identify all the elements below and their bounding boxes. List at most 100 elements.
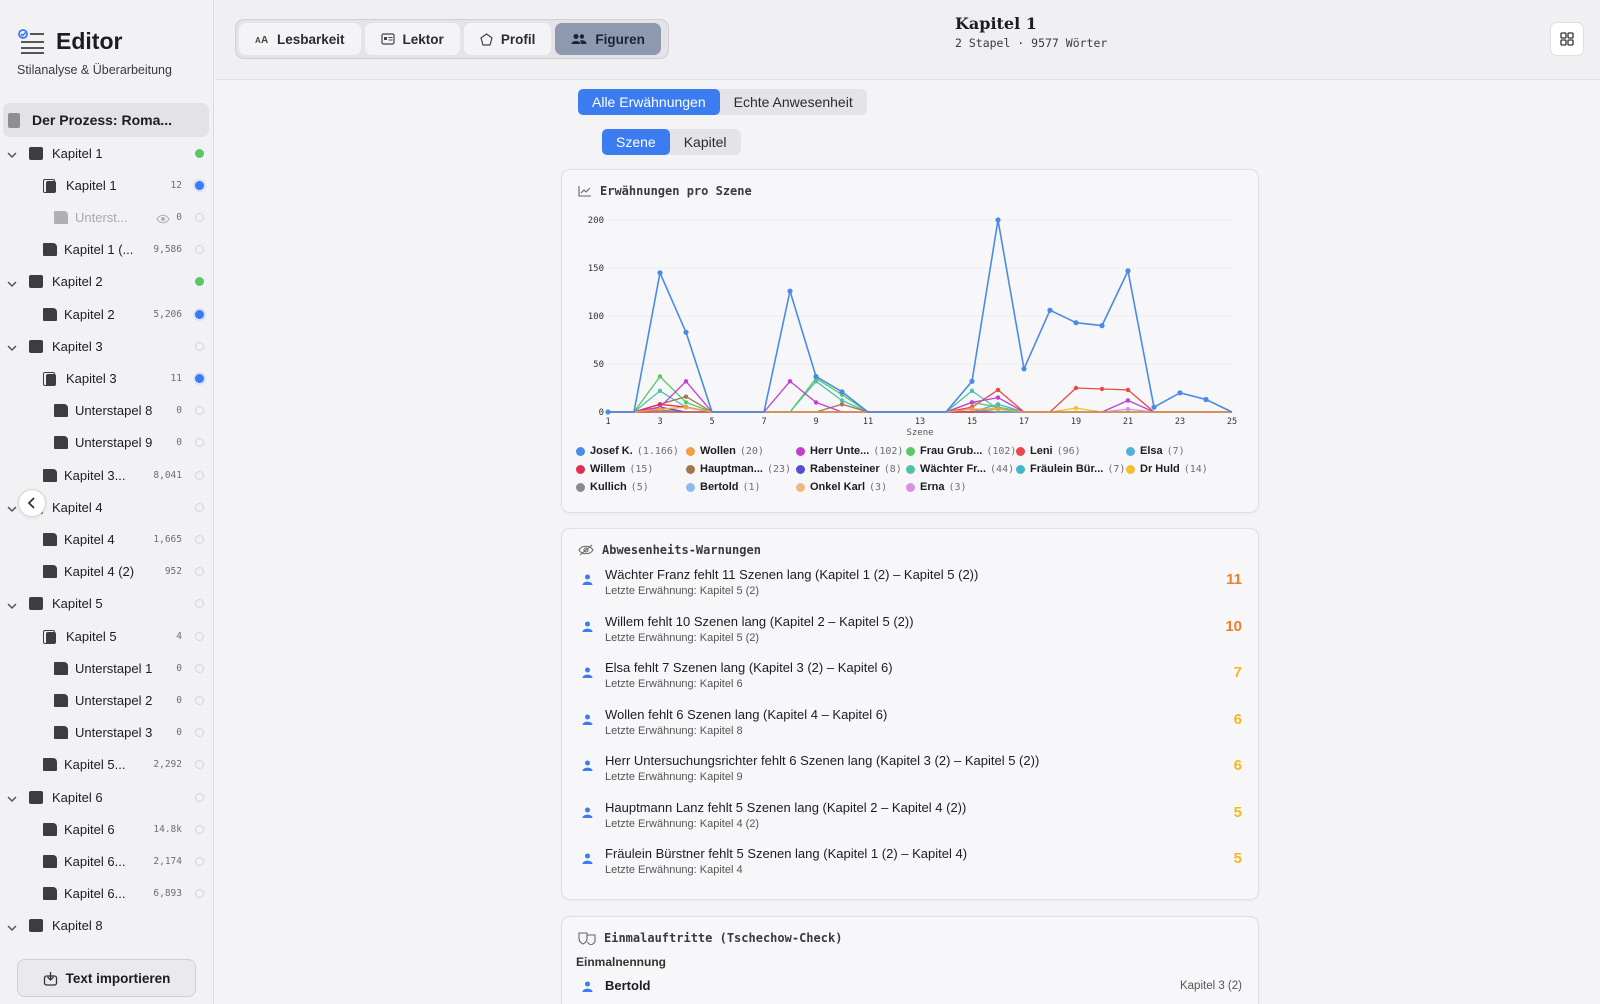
tree-folder[interactable]: Kapitel 1 bbox=[0, 138, 214, 168]
warning-item[interactable]: Fräulein Bürstner fehlt 5 Szenen lang (K… bbox=[582, 846, 1242, 886]
mode-all-mentions[interactable]: Alle Erwähnungen bbox=[578, 89, 720, 115]
legend-entry[interactable]: Wollen (20) bbox=[686, 445, 764, 457]
legend-entry[interactable]: Herr Unte... (102) bbox=[796, 445, 903, 457]
legend-entry[interactable]: Elsa (7) bbox=[1126, 445, 1185, 457]
warning-item[interactable]: Willem fehlt 10 Szenen lang (Kapitel 2 –… bbox=[582, 614, 1242, 654]
warning-last-mention: Letzte Erwähnung: Kapitel 4 bbox=[605, 864, 743, 876]
scope-scene[interactable]: Szene bbox=[602, 129, 670, 155]
id-card-icon bbox=[380, 33, 395, 45]
document-icon bbox=[43, 565, 57, 579]
tree-item[interactable]: Kapitel 3 11 bbox=[0, 363, 214, 393]
tree-item[interactable]: Kapitel 1 12 bbox=[0, 170, 214, 200]
legend-entry[interactable]: Kullich (5) bbox=[576, 481, 649, 493]
document-icon bbox=[54, 693, 68, 707]
import-text-button[interactable]: Text importieren bbox=[17, 959, 196, 997]
chevron-down-icon[interactable] bbox=[7, 792, 17, 803]
legend-entry[interactable]: Hauptman... (23) bbox=[686, 463, 791, 475]
single-item[interactable]: Bertold Kapitel 3 (2) bbox=[582, 977, 1242, 997]
warning-count: 6 bbox=[1233, 757, 1242, 774]
project-root[interactable]: Der Prozess: Roma... bbox=[3, 103, 209, 137]
warning-item[interactable]: Wollen fehlt 6 Szenen lang (Kapitel 4 – … bbox=[582, 707, 1242, 747]
x-tick-label: 23 bbox=[1175, 417, 1185, 427]
tree-item[interactable]: Unterstapel 8 0 bbox=[0, 396, 214, 426]
document-icon bbox=[43, 822, 57, 836]
chevron-down-icon[interactable] bbox=[7, 921, 17, 931]
warning-text: Hauptmann Lanz fehlt 5 Szenen lang (Kapi… bbox=[605, 799, 967, 815]
tree-item[interactable]: Kapitel 6... 6,893 bbox=[0, 879, 214, 909]
tree-item[interactable]: Unterstapel 3 0 bbox=[0, 718, 214, 748]
tree-item[interactable]: Kapitel 6... 2,174 bbox=[0, 846, 214, 876]
data-point bbox=[683, 329, 689, 335]
eye-icon[interactable] bbox=[156, 212, 170, 227]
tree-folder[interactable]: Kapitel 3 bbox=[0, 331, 214, 361]
tree-item-label: Kapitel 1 bbox=[52, 145, 103, 161]
tree-item[interactable]: Kapitel 6 14.8k bbox=[0, 814, 214, 844]
chevron-down-icon[interactable] bbox=[7, 277, 17, 287]
legend-swatch bbox=[576, 464, 585, 474]
app-subtitle: Stilanalyse & Überarbeitung bbox=[17, 63, 172, 77]
series-line bbox=[608, 380, 1232, 413]
tab-figuren[interactable]: Figuren bbox=[555, 23, 661, 55]
tree-item-label: Kapitel 4 bbox=[52, 499, 103, 515]
legend-entry[interactable]: Rabensteiner (8) bbox=[796, 463, 902, 475]
tree-item[interactable]: Kapitel 4 1,665 bbox=[0, 524, 214, 554]
legend-name: Hauptman... bbox=[700, 463, 763, 475]
legend-entry[interactable]: Wächter Fr... (44) bbox=[906, 463, 1014, 475]
warning-item[interactable]: Herr Untersuchungsrichter fehlt 6 Szenen… bbox=[582, 753, 1242, 793]
tree-item[interactable]: Kapitel 5... 2,292 bbox=[0, 750, 214, 780]
legend-entry[interactable]: Fräulein Bür... (7) bbox=[1016, 463, 1125, 475]
tree-item-label: Unterst... bbox=[75, 209, 128, 225]
collapse-sidebar-button[interactable] bbox=[18, 489, 46, 517]
legend-entry[interactable]: Onkel Karl (3) bbox=[796, 481, 887, 493]
tree-item[interactable]: Kapitel 4 (2) 952 bbox=[0, 557, 214, 587]
tree-item[interactable]: Kapitel 1 (... 9,586 bbox=[0, 235, 214, 265]
warning-item[interactable]: Wächter Franz fehlt 11 Szenen lang (Kapi… bbox=[582, 567, 1242, 607]
warning-item[interactable]: Hauptmann Lanz fehlt 5 Szenen lang (Kapi… bbox=[582, 800, 1242, 840]
data-point bbox=[995, 387, 1001, 393]
person-icon bbox=[582, 667, 593, 678]
tree-item-label: Kapitel 4 (2) bbox=[64, 564, 135, 580]
data-point bbox=[657, 374, 663, 379]
data-point bbox=[1125, 387, 1131, 393]
legend-entry[interactable]: Erna (3) bbox=[906, 481, 967, 493]
chevron-down-icon[interactable] bbox=[7, 341, 17, 352]
tree-folder[interactable]: Kapitel 8 bbox=[0, 911, 214, 941]
word-count: 0 bbox=[176, 662, 182, 674]
pentagon-icon bbox=[480, 32, 493, 46]
legend-entry[interactable]: Frau Grub... (102) bbox=[906, 445, 1016, 457]
tree-item[interactable]: Unterstapel 9 0 bbox=[0, 428, 214, 458]
tree-item-label: Kapitel 1 (... bbox=[64, 242, 134, 258]
tab-lesbarkeit[interactable]: AA Lesbarkeit bbox=[239, 23, 361, 55]
chevron-down-icon[interactable] bbox=[7, 502, 17, 513]
mode-real-presence[interactable]: Echte Anwesenheit bbox=[720, 89, 867, 115]
legend-count: (23) bbox=[766, 463, 792, 475]
layout-toggle-button[interactable] bbox=[1550, 22, 1584, 56]
legend-entry[interactable]: Leni (96) bbox=[1016, 445, 1081, 457]
warning-item[interactable]: Elsa fehlt 7 Szenen lang (Kapitel 3 (2) … bbox=[582, 660, 1242, 700]
chevron-down-icon[interactable] bbox=[7, 148, 17, 159]
folder-icon bbox=[29, 339, 43, 353]
person-icon bbox=[582, 807, 593, 818]
tree-folder[interactable]: Kapitel 2 bbox=[0, 267, 214, 297]
tree-folder[interactable]: Kapitel 6 bbox=[0, 782, 214, 812]
tree-item[interactable]: Unterstapel 1 0 bbox=[0, 653, 214, 683]
legend-name: Rabensteiner bbox=[810, 463, 880, 475]
data-point bbox=[1125, 268, 1131, 274]
tab-lektor[interactable]: Lektor bbox=[364, 23, 460, 55]
scope-chapter[interactable]: Kapitel bbox=[670, 129, 741, 155]
tree-item[interactable]: Unterstapel 2 0 bbox=[0, 685, 214, 715]
tree-item[interactable]: Kapitel 5 4 bbox=[0, 621, 214, 651]
legend-entry[interactable]: Bertold (1) bbox=[686, 481, 761, 493]
legend-entry[interactable]: Dr Huld (14) bbox=[1126, 463, 1208, 475]
legend-entry[interactable]: Willem (15) bbox=[576, 463, 653, 475]
tab-profil[interactable]: Profil bbox=[463, 23, 552, 55]
tree-folder[interactable]: Kapitel 5 bbox=[0, 589, 214, 619]
legend-entry[interactable]: Josef K. (1.166) bbox=[576, 445, 679, 457]
x-tick-label: 3 bbox=[657, 417, 662, 427]
legend-swatch bbox=[686, 482, 695, 492]
tree-item[interactable]: Kapitel 3... 8,041 bbox=[0, 460, 214, 490]
tree-item[interactable]: Unterst... 0 bbox=[0, 202, 214, 232]
chevron-down-icon[interactable] bbox=[7, 599, 17, 609]
legend-name: Elsa bbox=[1140, 445, 1163, 457]
tree-item[interactable]: Kapitel 2 5,206 bbox=[0, 299, 214, 329]
